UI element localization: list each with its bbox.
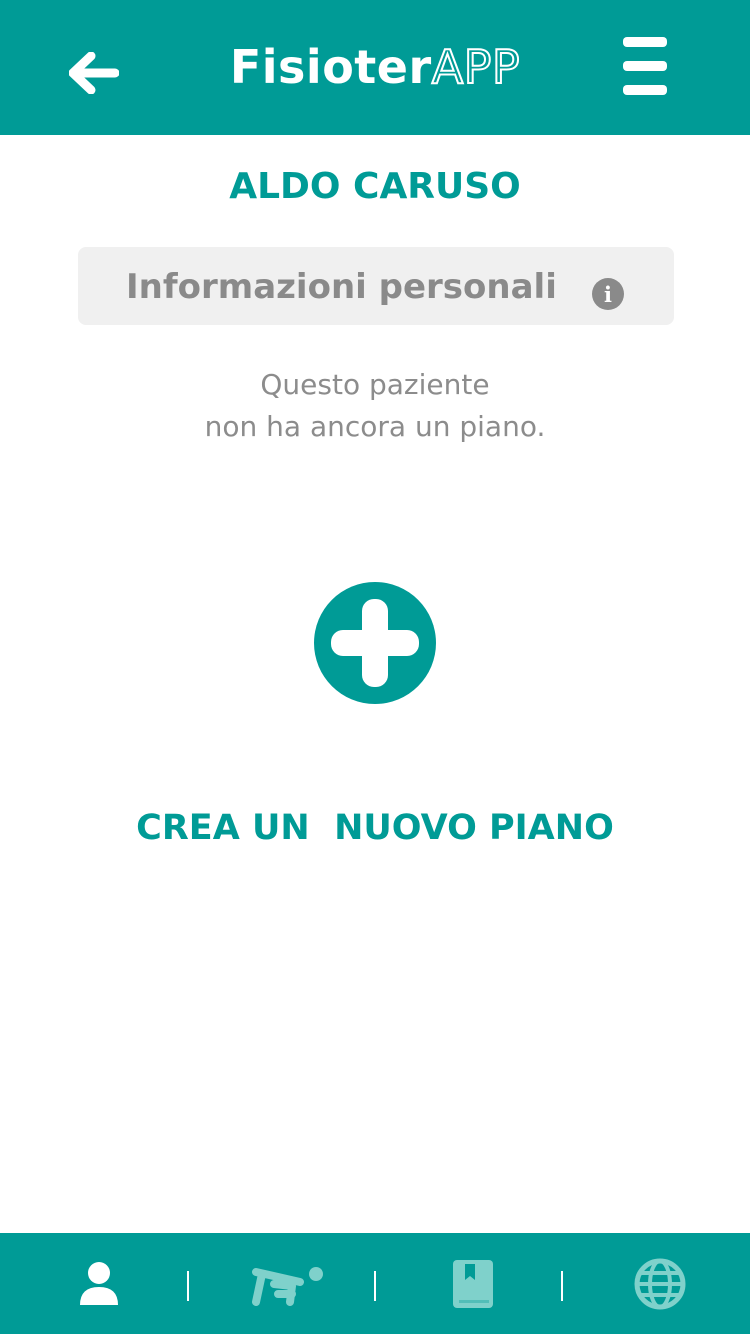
nav-item-exercises[interactable] [246, 1251, 326, 1317]
empty-state-message: Questo paziente non ha ancora un piano. [0, 364, 750, 448]
nav-item-library[interactable] [433, 1251, 513, 1317]
app-title-accent: APP [431, 39, 521, 95]
nav-divider [374, 1271, 376, 1301]
info-icon: i [592, 278, 624, 310]
nav-item-patient[interactable] [59, 1251, 139, 1317]
empty-state-line: Questo paziente [260, 368, 490, 401]
user-icon [80, 1262, 118, 1305]
menu-button[interactable] [618, 34, 674, 98]
nav-item-web[interactable] [620, 1251, 700, 1317]
add-plan-button[interactable] [314, 582, 436, 704]
globe-icon [634, 1258, 686, 1310]
exercise-icon [252, 1267, 323, 1306]
patient-name: ALDO CARUSO [229, 166, 521, 207]
nav-divider [561, 1271, 563, 1301]
empty-state-line: non ha ancora un piano. [204, 410, 546, 443]
bottom-navigation [0, 1233, 750, 1334]
hamburger-menu-icon-bar [623, 61, 667, 71]
hamburger-menu-icon-bar [623, 85, 667, 95]
bookmark-book-icon [453, 1260, 493, 1308]
create-plan-label[interactable]: CREA UN NUOVO PIANO [0, 808, 750, 848]
app-title-main: Fisioter [229, 40, 432, 94]
hamburger-menu-icon-bar [623, 37, 667, 47]
personal-info-label: Informazioni personali [126, 267, 557, 307]
personal-info-button[interactable]: Informazioni personali i [78, 247, 674, 325]
plus-vertical-bar [362, 599, 388, 687]
nav-divider [187, 1271, 189, 1301]
app-header: FisioterAPP [0, 0, 750, 135]
